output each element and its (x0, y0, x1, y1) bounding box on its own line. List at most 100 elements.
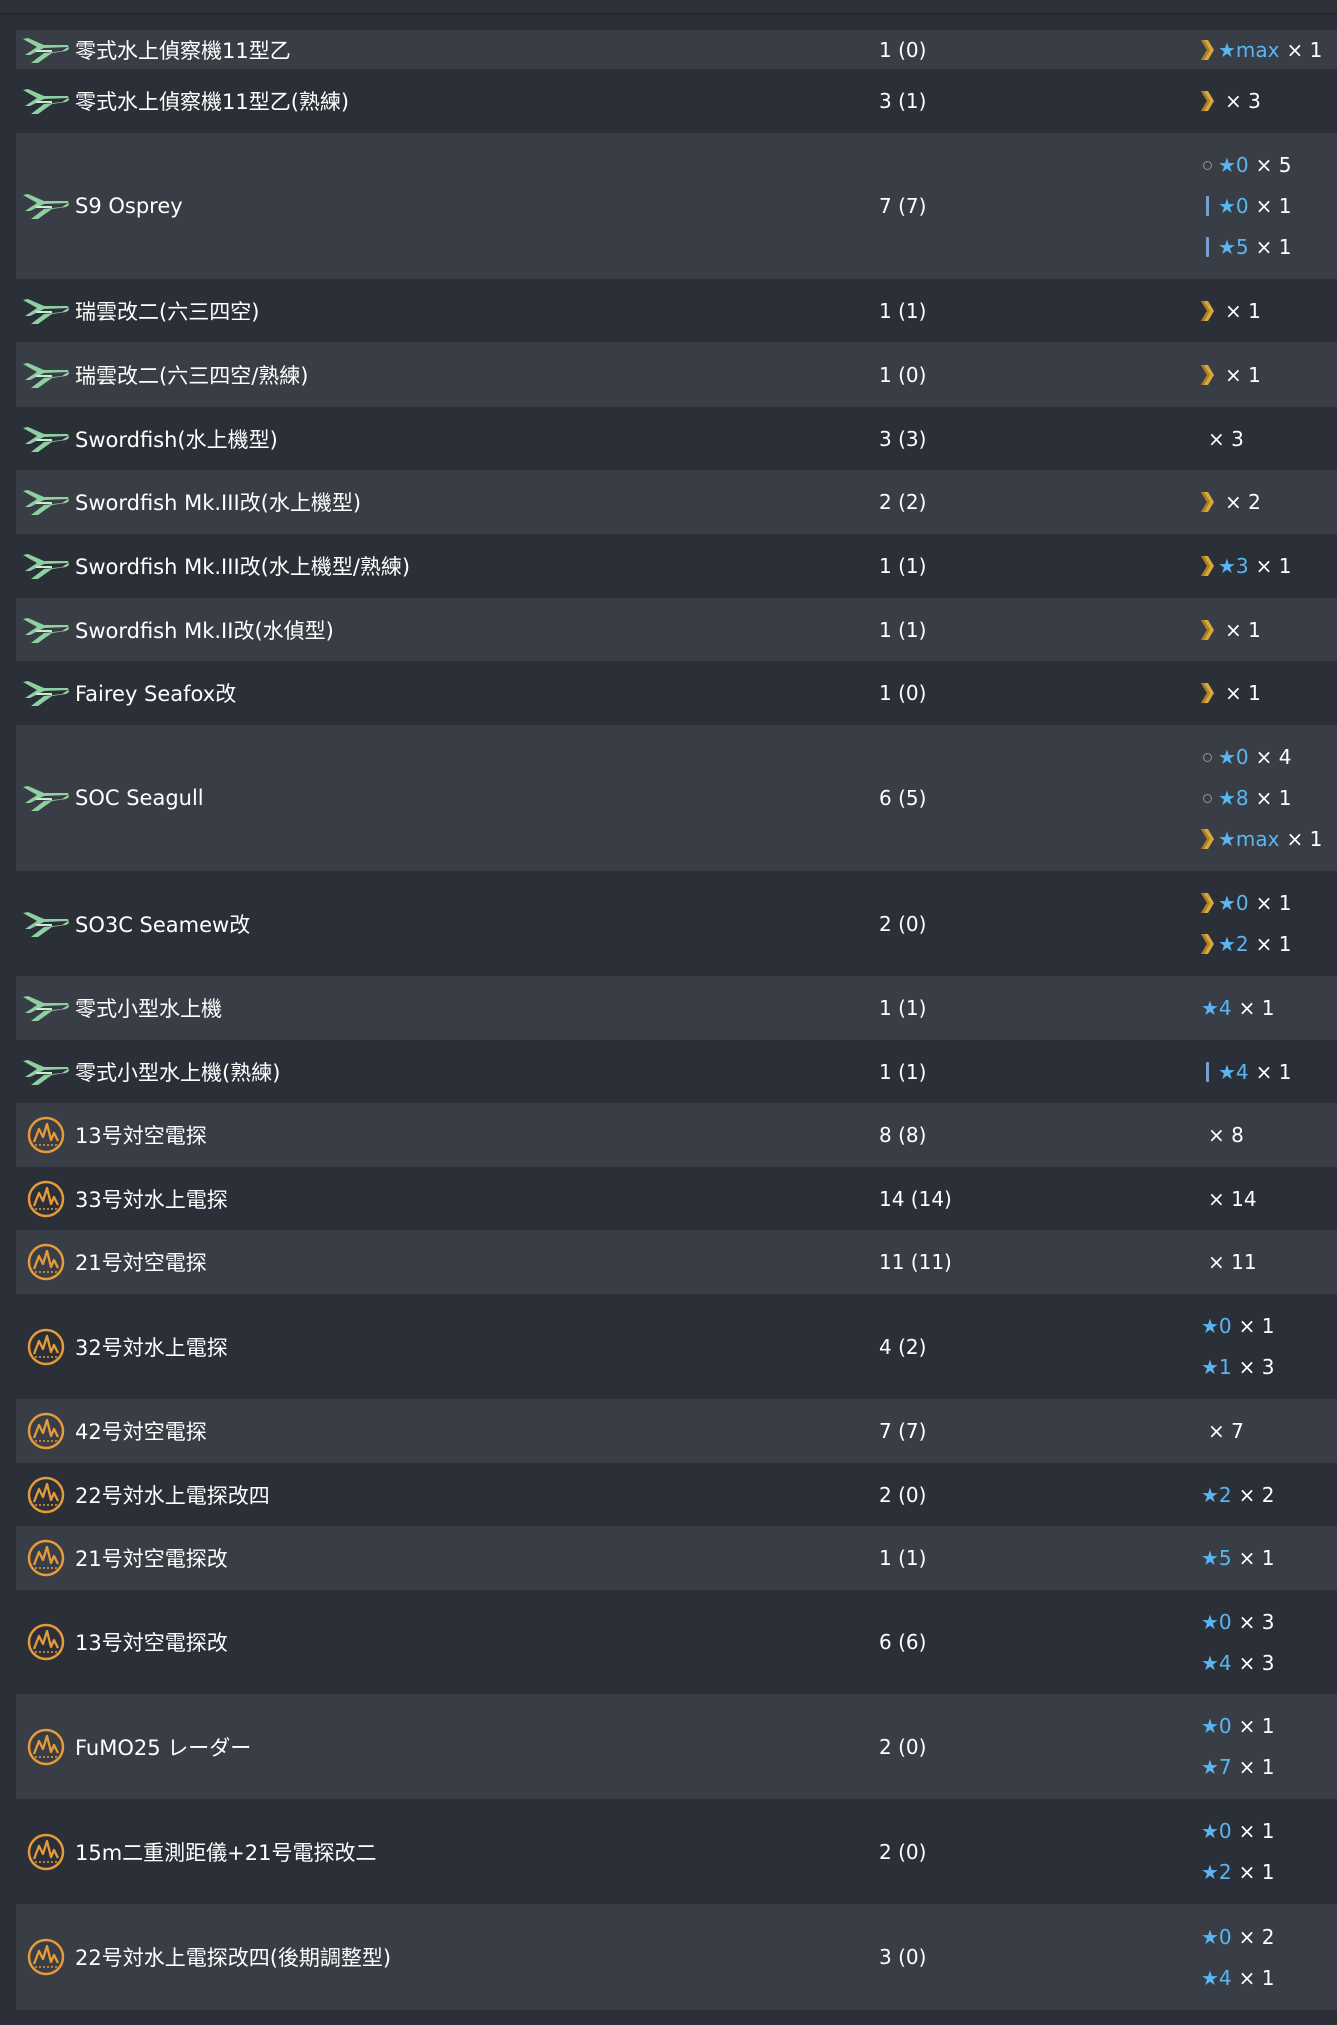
equipment-count: 4 (2) (879, 1334, 927, 1359)
equipment-name: 32号対水上電探 (75, 1335, 228, 1360)
quantity-multiplier: × 8 (1208, 1123, 1244, 1147)
equipment-count: 2 (2) (879, 490, 927, 514)
table-row: Swordfish Mk.II改(水偵型) 1 (1) × 1 (16, 598, 1337, 661)
equipment-type-icon-cell (16, 615, 75, 645)
equipment-type-icon-cell (16, 296, 75, 326)
equipment-count: 6 (6) (879, 1630, 927, 1654)
proficiency-cell: ★0 × 4 ★8 × 1 ★max × 1 (1196, 737, 1337, 860)
top-bar (0, 0, 1337, 15)
proficiency-line: ★5 × 1 (1196, 1538, 1337, 1579)
equipment-count: 1 (1) (879, 298, 927, 323)
quantity-multiplier: × 1 (1238, 1314, 1275, 1338)
quantity-multiplier: × 4 (1255, 745, 1292, 769)
quantity-multiplier: × 2 (1238, 1924, 1275, 1949)
quantity-multiplier: × 1 (1238, 1860, 1275, 1884)
seaplane-icon (22, 86, 70, 116)
ring-rank-icon (1196, 752, 1218, 762)
proficiency-line: ★max × 1 (1196, 29, 1337, 70)
proficiency-line: ★7 × 1 (1196, 1747, 1337, 1788)
quantity-multiplier: × 7 (1208, 1419, 1244, 1443)
seaplane-icon (22, 993, 70, 1023)
chevron-rank-icon (1196, 90, 1218, 112)
equipment-name: Swordfish Mk.III改(水上機型/熟練) (75, 555, 411, 579)
proficiency-cell: ★0 × 1 ★7 × 1 (1196, 1706, 1337, 1788)
seaplane-icon (22, 35, 70, 65)
radar-icon (26, 1937, 66, 1977)
quantity-multiplier: × 1 (1238, 996, 1275, 1020)
chevron-rank-icon (1196, 364, 1218, 386)
proficiency-line: ★1 × 3 (1196, 1347, 1337, 1388)
radar-icon (26, 1727, 66, 1767)
equipment-name: 瑞雲改二(六三四空) (75, 299, 260, 324)
equipment-count: 14 (14) (879, 1186, 952, 1211)
equipment-type-icon-cell (16, 360, 75, 390)
improvement-star: ★2 (1218, 932, 1249, 956)
proficiency-cell: ★4 × 1 (1196, 988, 1337, 1029)
proficiency-cell: × 1 (1196, 354, 1337, 395)
radar-icon (26, 1115, 66, 1155)
ring-rank-icon (1196, 160, 1218, 170)
equipment-name: 15m二重測距儀+21号電探改二 (75, 1840, 377, 1865)
equipment-type-icon-cell (16, 678, 75, 708)
chevron-rank-icon (1196, 619, 1218, 641)
proficiency-line: ★4 × 1 (1196, 988, 1337, 1029)
table-row: SOC Seagull 6 (5) ★0 × 4 ★8 × 1 ★max × 1 (16, 725, 1337, 871)
equipment-name: Swordfish(水上機型) (75, 427, 278, 452)
improvement-star: ★0 (1201, 1714, 1232, 1738)
equipment-count: 1 (1) (879, 554, 927, 578)
equipment-name: 零式水上偵察機11型乙(熟練) (75, 90, 350, 114)
equipment-name: SOC Seagull (75, 786, 204, 810)
proficiency-cell: ★0 × 1 ★1 × 3 (1196, 1306, 1337, 1388)
quantity-multiplier: × 1 (1255, 554, 1292, 578)
improvement-star: ★0 (1218, 891, 1249, 915)
quantity-multiplier: × 1 (1225, 362, 1261, 387)
equipment-name: 21号対空電探 (75, 1251, 207, 1275)
improvement-star: ★0 (1218, 194, 1249, 218)
seaplane-icon (22, 424, 70, 454)
proficiency-line: ★4 × 1 (1196, 1957, 1337, 1998)
proficiency-line: ★0 × 1 (1196, 883, 1337, 924)
quantity-multiplier: × 1 (1255, 194, 1292, 218)
improvement-star: ★2 (1201, 1482, 1232, 1507)
proficiency-line: × 8 (1196, 1115, 1337, 1156)
equipment-type-icon-cell (16, 86, 75, 116)
proficiency-cell: ★0 × 3 ★4 × 3 (1196, 1601, 1337, 1683)
equipment-name: 13号対空電探 (75, 1124, 207, 1148)
radar-icon (26, 1475, 66, 1515)
quantity-multiplier: × 1 (1286, 37, 1323, 62)
seaplane-icon (22, 783, 70, 813)
equipment-count: 1 (0) (879, 681, 927, 705)
quantity-multiplier: × 1 (1238, 1546, 1275, 1570)
equipment-count: 8 (8) (879, 1123, 927, 1147)
ring-rank-icon (1196, 793, 1218, 803)
quantity-multiplier: × 1 (1255, 1059, 1292, 1084)
bar-rank-icon (1196, 196, 1218, 216)
equipment-type-icon-cell (16, 1179, 75, 1219)
proficiency-cell: ★2 × 2 (1196, 1474, 1337, 1515)
quantity-multiplier: × 1 (1225, 617, 1261, 642)
equipment-name: 22号対水上電探改四(後期調整型) (75, 1946, 392, 1970)
table-row: S9 Osprey 7 (7) ★0 × 5 ★0 × 1 ★5 × 1 (16, 133, 1337, 279)
equipment-count: 3 (3) (879, 426, 927, 451)
improvement-star: ★4 (1201, 1965, 1232, 1990)
improvement-star: ★0 (1201, 1609, 1232, 1634)
proficiency-line: ★8 × 1 (1196, 778, 1337, 819)
table-row: SO3C Seamew改 2 (0) ★0 × 1 ★2 × 1 (16, 871, 1337, 976)
quantity-multiplier: × 14 (1208, 1186, 1257, 1211)
table-row: 瑞雲改二(六三四空/熟練) 1 (0) × 1 (16, 342, 1337, 407)
equipment-name: FuMO25 レーダー (75, 1735, 252, 1760)
improvement-star: ★0 (1201, 1314, 1232, 1338)
equipment-type-icon-cell (16, 909, 75, 939)
quantity-multiplier: × 1 (1286, 827, 1323, 851)
chevron-rank-icon (1196, 555, 1218, 577)
chevron-rank-icon (1196, 39, 1218, 61)
equipment-count: 1 (0) (879, 362, 927, 387)
chevron-rank-icon (1196, 491, 1218, 513)
improvement-star: ★2 (1201, 1860, 1232, 1884)
radar-icon (26, 1242, 66, 1282)
proficiency-line: × 11 (1196, 1242, 1337, 1283)
improvement-star: ★4 (1201, 996, 1232, 1020)
equipment-count: 1 (1) (879, 1059, 927, 1084)
equipment-type-icon-cell (16, 424, 75, 454)
table-row: 21号対空電探改 1 (1) ★5 × 1 (16, 1526, 1337, 1590)
